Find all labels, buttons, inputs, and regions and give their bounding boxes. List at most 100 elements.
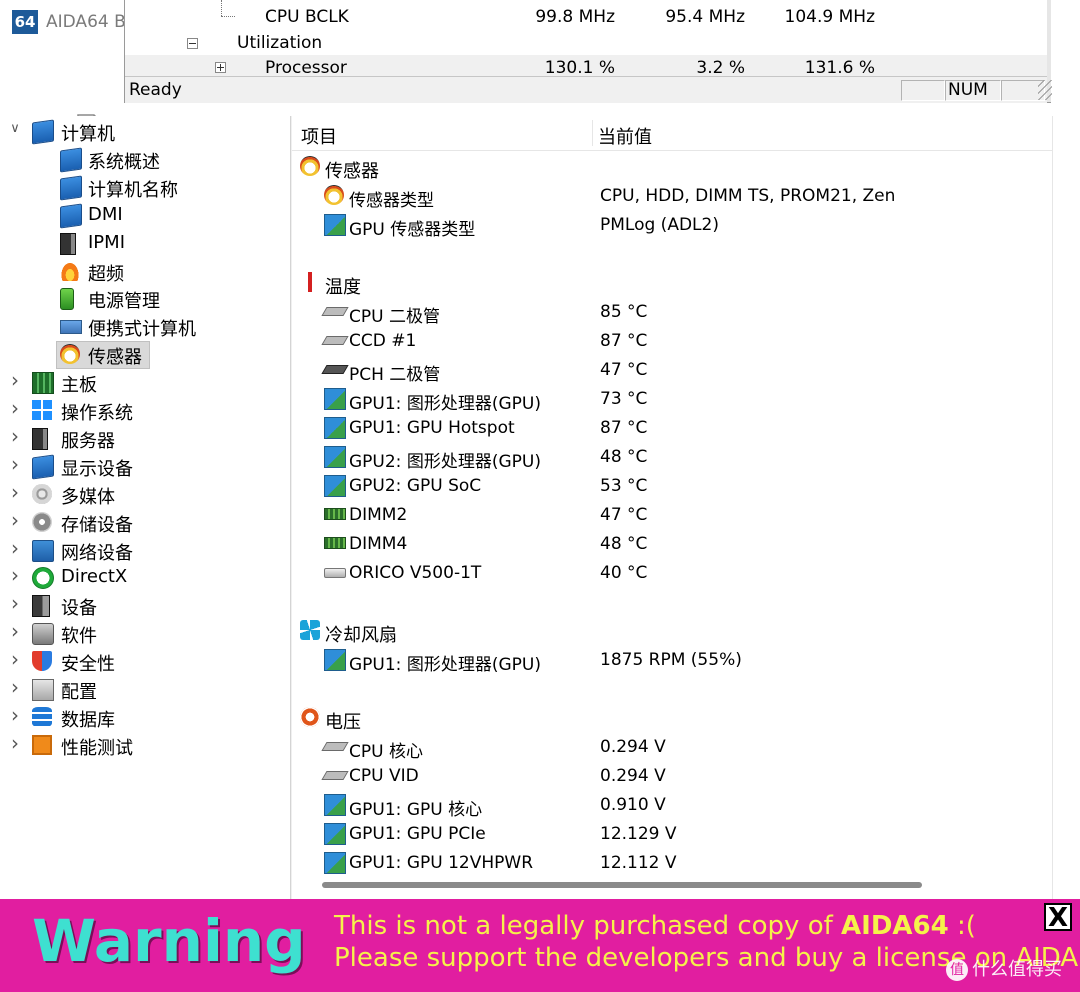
tree-item-motherboard[interactable]: › 主板 <box>8 369 278 396</box>
status-pane-num: NUM <box>945 80 1001 101</box>
list-item[interactable]: GPU1: GPU 12VHPWR 12.112 V <box>292 848 1052 877</box>
panel-row-current: 130.1 % <box>544 58 615 78</box>
list-item[interactable]: CPU VID 0.294 V <box>292 761 1052 790</box>
tree-item-label: IPMI <box>88 231 126 253</box>
chevron-right-icon[interactable]: › <box>8 538 22 558</box>
tree-item-laptop[interactable]: 便携式计算机 <box>58 313 278 340</box>
list-group-header[interactable]: 电压 <box>292 703 1052 733</box>
list-group-header[interactable]: 传感器 <box>292 152 1052 182</box>
tree-item-devices[interactable]: › 设备 <box>8 592 278 619</box>
list-item-value: 85 °C <box>600 302 648 322</box>
list-item[interactable]: GPU1: GPU 核心 0.910 V <box>292 790 1052 820</box>
computer-icon <box>32 119 54 145</box>
tree-item-label: 数据库 <box>61 709 115 731</box>
list-item[interactable]: GPU2: 图形处理器(GPU) 48 °C <box>292 442 1052 472</box>
chevron-right-icon[interactable]: › <box>8 705 22 725</box>
tree-item-database[interactable]: › 数据库 <box>8 704 278 731</box>
panel-row-utilization[interactable]: Utilization <box>125 30 1047 83</box>
tree-item-label: 服务器 <box>61 430 115 452</box>
tree-item-server[interactable]: › 服务器 <box>8 425 278 452</box>
list-item[interactable]: 传感器类型 CPU, HDD, DIMM TS, PROM21, Zen <box>292 181 1052 211</box>
list-group-header[interactable]: 冷却风扇 <box>292 616 1052 646</box>
tree-item-summary[interactable]: 系统概述 <box>58 146 278 173</box>
tree-item-power[interactable]: 电源管理 <box>58 285 278 312</box>
list-item[interactable]: GPU1: GPU Hotspot 87 °C <box>292 413 1052 442</box>
list-item[interactable]: DIMM2 47 °C <box>292 500 1052 529</box>
expand-icon[interactable] <box>215 62 226 73</box>
tree-item-config[interactable]: › 配置 <box>8 676 278 703</box>
list-item-name: GPU1: GPU Hotspot <box>349 418 515 438</box>
tree-item-benchmark[interactable]: › 性能测试 <box>8 732 278 759</box>
close-banner-button[interactable]: X <box>1044 903 1072 931</box>
list-item-name: GPU1: GPU 12VHPWR <box>349 853 534 873</box>
list-item-value: 48 °C <box>600 447 648 467</box>
chevron-right-icon[interactable]: › <box>8 677 22 697</box>
chevron-right-icon[interactable]: › <box>8 649 22 669</box>
watermark: 值什么值得买 <box>946 955 1076 985</box>
chevron-right-icon[interactable]: › <box>8 621 22 641</box>
tree-item-multimedia[interactable]: › 多媒体 <box>8 481 278 508</box>
list-item[interactable]: CPU 核心 0.294 V <box>292 732 1052 762</box>
list-item-value: 87 °C <box>600 418 648 438</box>
tree-item-overclock[interactable]: 超频 <box>58 258 278 285</box>
tree-item-windows[interactable]: › 操作系统 <box>8 397 278 424</box>
resize-grip[interactable] <box>1038 80 1052 100</box>
overclock-icon <box>60 260 80 281</box>
list-item-value: 0.294 V <box>600 766 666 786</box>
chevron-right-icon[interactable]: › <box>8 733 22 753</box>
panel-row-cpu-bclk[interactable]: CPU BCLK 99.8 MHz 95.4 MHz 104.9 MHz <box>125 4 1047 30</box>
list-item[interactable]: DIMM4 48 °C <box>292 529 1052 558</box>
chevron-right-icon[interactable]: › <box>8 426 22 446</box>
list-item[interactable]: GPU1: GPU PCIe 12.129 V <box>292 819 1052 848</box>
chevron-right-icon[interactable]: › <box>8 370 22 390</box>
tree-item-sensor[interactable]: 传感器 <box>58 341 278 368</box>
server-icon <box>32 427 48 450</box>
voltage-icon <box>300 707 320 727</box>
list-item[interactable]: GPU 传感器类型 PMLog (ADL2) <box>292 210 1052 240</box>
column-header-value[interactable]: 当前值 <box>598 123 652 149</box>
chevron-down-icon[interactable]: ∨ <box>8 122 22 136</box>
list-item[interactable]: PCH 二极管 47 °C <box>292 355 1052 385</box>
chevron-right-icon[interactable]: › <box>8 510 22 530</box>
list-item[interactable]: ORICO V500-1T 40 °C <box>292 558 1052 587</box>
tree-item-dmi[interactable]: DMI <box>58 202 278 229</box>
storage-icon <box>32 511 52 532</box>
chip-icon <box>321 336 349 345</box>
list-item[interactable]: CCD #1 87 °C <box>292 326 1052 355</box>
column-header-item[interactable]: 项目 <box>301 123 337 149</box>
gpu-icon <box>324 446 346 468</box>
warning-banner: Warning This is not a legally purchased … <box>0 899 1080 992</box>
list-item-name: 传感器类型 <box>349 191 434 211</box>
chevron-right-icon[interactable]: › <box>8 482 22 502</box>
list-item[interactable]: CPU 二极管 85 °C <box>292 297 1052 327</box>
list-item[interactable]: GPU1: 图形处理器(GPU) 1875 RPM (55%) <box>292 645 1052 675</box>
tree-item-software[interactable]: › 软件 <box>8 620 278 647</box>
tree-item-ipmi[interactable]: IPMI <box>58 230 278 256</box>
collapse-icon[interactable] <box>187 38 198 49</box>
ram-icon <box>324 537 346 549</box>
tree-item-security[interactable]: › 安全性 <box>8 648 278 675</box>
tree-item-computer[interactable]: ∨ 计算机 <box>8 118 278 145</box>
chevron-right-icon[interactable]: › <box>8 398 22 418</box>
tree-item-network[interactable]: › 网络设备 <box>8 537 278 564</box>
list-item-value: CPU, HDD, DIMM TS, PROM21, Zen <box>600 186 896 206</box>
tree-item-storage[interactable]: › 存储设备 <box>8 509 278 536</box>
list-item[interactable]: GPU2: GPU SoC 53 °C <box>292 471 1052 500</box>
chevron-right-icon[interactable]: › <box>8 593 22 613</box>
tree-item-computer-name[interactable]: 计算机名称 <box>58 174 278 201</box>
directx-icon <box>32 567 54 590</box>
horizontal-scrollbar-thumb[interactable] <box>322 882 922 888</box>
list-item[interactable]: GPU1: 图形处理器(GPU) 73 °C <box>292 384 1052 414</box>
list-item-name: ORICO V500-1T <box>349 563 482 583</box>
tree-item-display[interactable]: › 显示设备 <box>8 453 278 480</box>
chevron-right-icon[interactable]: › <box>8 454 22 474</box>
vertical-scrollbar[interactable] <box>1052 116 1080 899</box>
tree-item-directx[interactable]: › DirectX <box>8 564 278 590</box>
fan-icon <box>300 620 320 640</box>
column-separator[interactable] <box>592 120 593 146</box>
list-group-header[interactable]: 温度 <box>292 268 1052 298</box>
list-item-name: CPU 核心 <box>349 742 423 762</box>
chevron-right-icon[interactable]: › <box>8 565 22 585</box>
tree-item-label: 显示设备 <box>61 458 133 480</box>
chip-icon <box>321 771 349 780</box>
